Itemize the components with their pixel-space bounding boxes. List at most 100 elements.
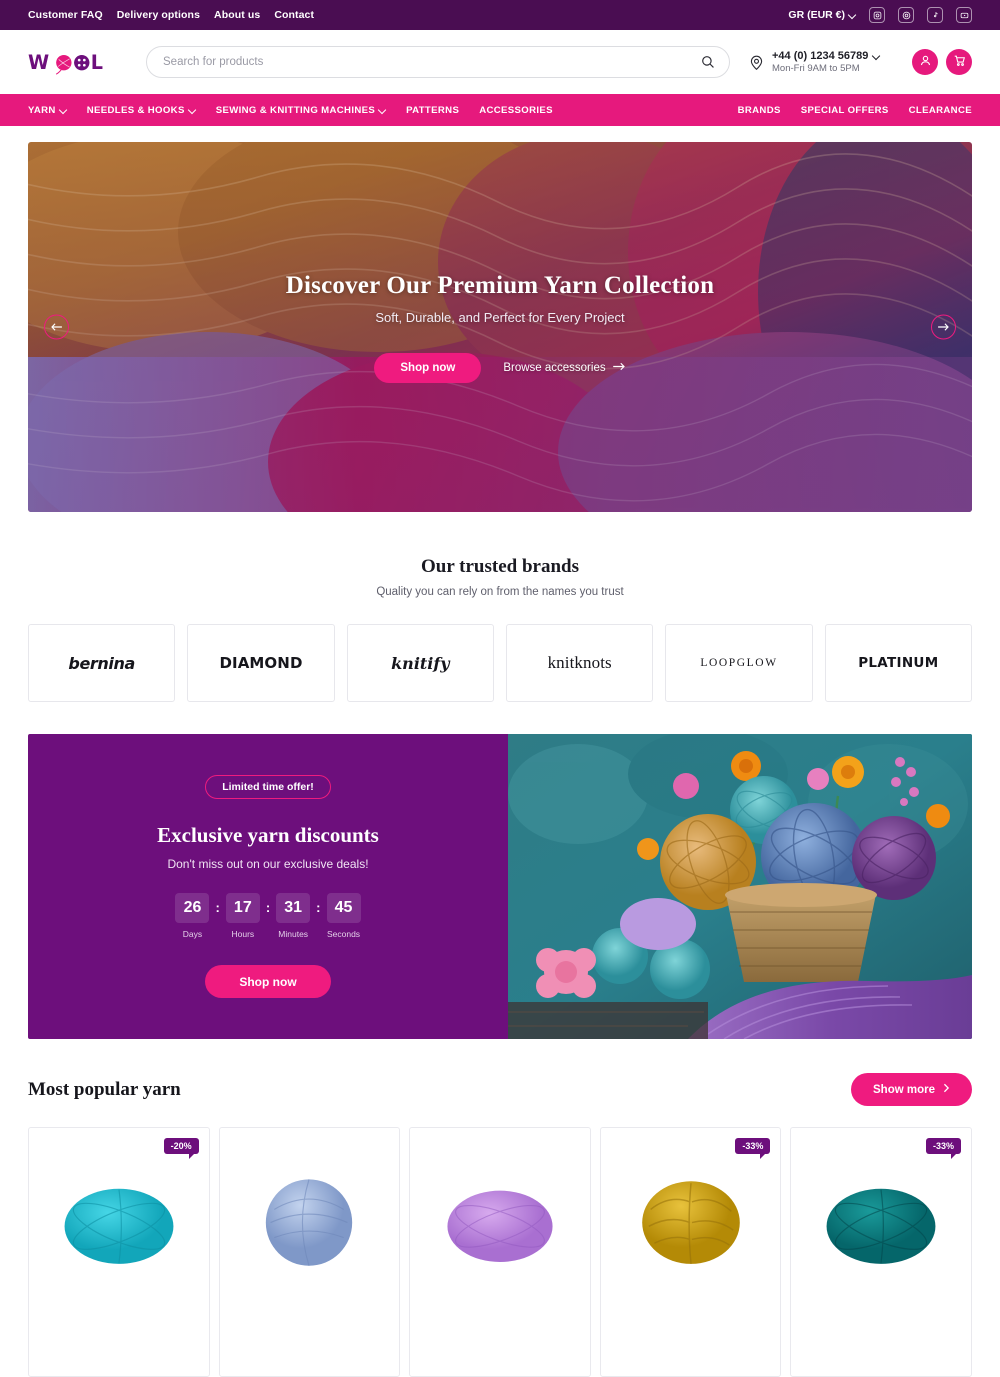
currency-label: GR (EUR €)	[788, 9, 845, 21]
promo-content: Limited time offer! Exclusive yarn disco…	[28, 734, 508, 1039]
product-card[interactable]: -33%	[790, 1127, 972, 1377]
countdown-days: 26 Days	[175, 893, 210, 939]
promo-title: Exclusive yarn discounts	[157, 823, 379, 847]
hero-secondary-label: Browse accessories	[503, 361, 606, 374]
nav-item-clearance[interactable]: CLEARANCE	[909, 105, 972, 116]
brand-card-platinum[interactable]: PLATINUM	[824, 624, 972, 702]
nav-label: SEWING & KNITTING MACHINES	[215, 104, 376, 116]
countdown-value: 31	[276, 893, 311, 923]
top-utility-bar: Customer FAQ Delivery options About us C…	[0, 0, 1000, 30]
page-root: Customer FAQ Delivery options About us C…	[0, 0, 1000, 1377]
nav-label: NEEDLES & HOOKS	[86, 104, 185, 116]
site-logo[interactable]: W L	[28, 47, 124, 77]
promo-shop-now-button[interactable]: Shop now	[205, 965, 331, 998]
show-more-label: Show more	[873, 1083, 935, 1096]
countdown-separator: :	[265, 900, 271, 915]
brand-grid: bernina DIAMOND knitify knitknots LOOPGL…	[28, 624, 972, 702]
tiktok-icon[interactable]	[927, 7, 943, 23]
product-card[interactable]	[218, 1127, 401, 1377]
countdown-label: Minutes	[278, 929, 309, 939]
product-grid: -20% -33% -33%	[28, 1127, 972, 1377]
topbar-link-customer-faq[interactable]: Customer FAQ	[28, 9, 103, 21]
promo-image	[508, 734, 972, 1039]
user-icon	[919, 54, 932, 70]
hero-shop-now-button[interactable]: Shop now	[374, 352, 482, 383]
brand-card-knitify[interactable]: knitify	[346, 624, 494, 702]
product-image	[641, 1181, 740, 1264]
promo-description: Don't miss out on our exclusive deals!	[167, 857, 369, 871]
instagram-icon[interactable]	[869, 7, 885, 23]
search-input[interactable]	[163, 56, 701, 68]
brands-subtitle: Quality you can rely on from the names y…	[376, 586, 624, 598]
product-card[interactable]	[409, 1127, 591, 1377]
countdown-label: Hours	[231, 929, 255, 939]
hero-subtitle: Soft, Durable, and Perfect for Every Pro…	[375, 309, 625, 325]
countdown-timer: 26 Days : 17 Hours : 31 Minutes : 45 Sec…	[175, 893, 361, 939]
countdown-separator: :	[316, 900, 321, 915]
brand-card-knitknots[interactable]: knitknots	[505, 624, 654, 702]
countdown-seconds: 45 Seconds	[326, 893, 361, 939]
brand-card-diamond[interactable]: DIAMOND	[187, 624, 335, 702]
chevron-right-icon	[943, 1083, 950, 1096]
discount-badge: -33%	[735, 1138, 771, 1159]
product-image	[447, 1190, 553, 1262]
nav-item-patterns[interactable]: PATTERNS	[406, 105, 459, 116]
chevron-down-icon	[60, 107, 67, 114]
carousel-prev-button[interactable]	[44, 314, 69, 340]
countdown-hours: 17 Hours	[225, 893, 260, 939]
arrow-right-icon	[612, 362, 626, 374]
chevron-down-icon	[189, 107, 196, 114]
carousel-next-button[interactable]	[931, 314, 956, 340]
brand-label: knitknots	[547, 653, 612, 672]
brand-label: PLATINUM	[858, 655, 939, 671]
search-icon[interactable]	[701, 55, 715, 69]
nav-item-brands[interactable]: BRANDS	[738, 105, 781, 116]
product-image	[826, 1188, 936, 1264]
topbar-link-about-us[interactable]: About us	[214, 9, 260, 21]
countdown-value: 45	[326, 893, 361, 923]
topbar-links: Customer FAQ Delivery options About us C…	[28, 9, 314, 21]
arrow-left-icon	[51, 320, 62, 335]
account-button[interactable]	[912, 49, 938, 75]
nav-item-sewing-knitting-machines[interactable]: SEWING & KNITTING MACHINES	[216, 105, 386, 116]
cart-button[interactable]	[946, 49, 972, 75]
brand-label: bernina	[68, 653, 135, 673]
search-bar[interactable]	[146, 46, 730, 78]
trusted-brands-section: Our trusted brands Quality you can rely …	[28, 556, 972, 702]
nav-label: YARN	[28, 104, 56, 116]
contact-block[interactable]: +44 (0) 1234 56789 Mon-Fri 9AM to 5PM	[748, 50, 880, 74]
countdown-label: Days	[182, 929, 203, 939]
topbar-link-delivery-options[interactable]: Delivery options	[117, 9, 200, 21]
nav-item-needles-hooks[interactable]: NEEDLES & HOOKS	[87, 105, 196, 116]
svg-text:L: L	[91, 51, 103, 74]
chevron-down-icon	[849, 12, 856, 19]
nav-item-yarn[interactable]: YARN	[28, 105, 67, 116]
brand-card-loopglow[interactable]: LOOPGLOW	[665, 624, 813, 702]
location-pin-icon	[748, 54, 765, 71]
svg-text:W: W	[28, 51, 49, 74]
pinterest-icon[interactable]	[898, 7, 914, 23]
countdown-value: 26	[175, 893, 210, 923]
opening-hours: Mon-Fri 9AM to 5PM	[772, 63, 860, 74]
countdown-value: 17	[225, 893, 260, 923]
phone-number: +44 (0) 1234 56789	[772, 50, 869, 62]
brands-title: Our trusted brands	[420, 556, 579, 577]
shopping-cart-icon	[953, 54, 966, 70]
arrow-right-icon	[938, 320, 949, 335]
chevron-down-icon[interactable]	[873, 53, 880, 60]
product-card[interactable]: -33%	[599, 1127, 782, 1377]
main-navigation: YARN NEEDLES & HOOKS SEWING & KNITTING M…	[0, 94, 1000, 126]
brand-card-bernina[interactable]: bernina	[28, 624, 176, 702]
product-image	[64, 1188, 174, 1264]
currency-selector[interactable]: GR (EUR €)	[788, 9, 856, 21]
site-header: W L Search for products +44 (0) 1234 567…	[0, 30, 1000, 94]
topbar-link-contact[interactable]: Contact	[274, 9, 314, 21]
countdown-minutes: 31 Minutes	[276, 893, 311, 939]
nav-item-accessories[interactable]: ACCESSORIES	[479, 105, 553, 116]
hero-browse-accessories-link[interactable]: Browse accessories	[503, 362, 625, 374]
show-more-button[interactable]: Show more	[851, 1073, 972, 1106]
youtube-icon[interactable]	[956, 7, 972, 23]
product-card[interactable]: -20%	[28, 1127, 210, 1377]
nav-item-special-offers[interactable]: SPECIAL OFFERS	[801, 105, 889, 116]
hero-carousel: Discover Our Premium Yarn Collection Sof…	[28, 142, 972, 512]
